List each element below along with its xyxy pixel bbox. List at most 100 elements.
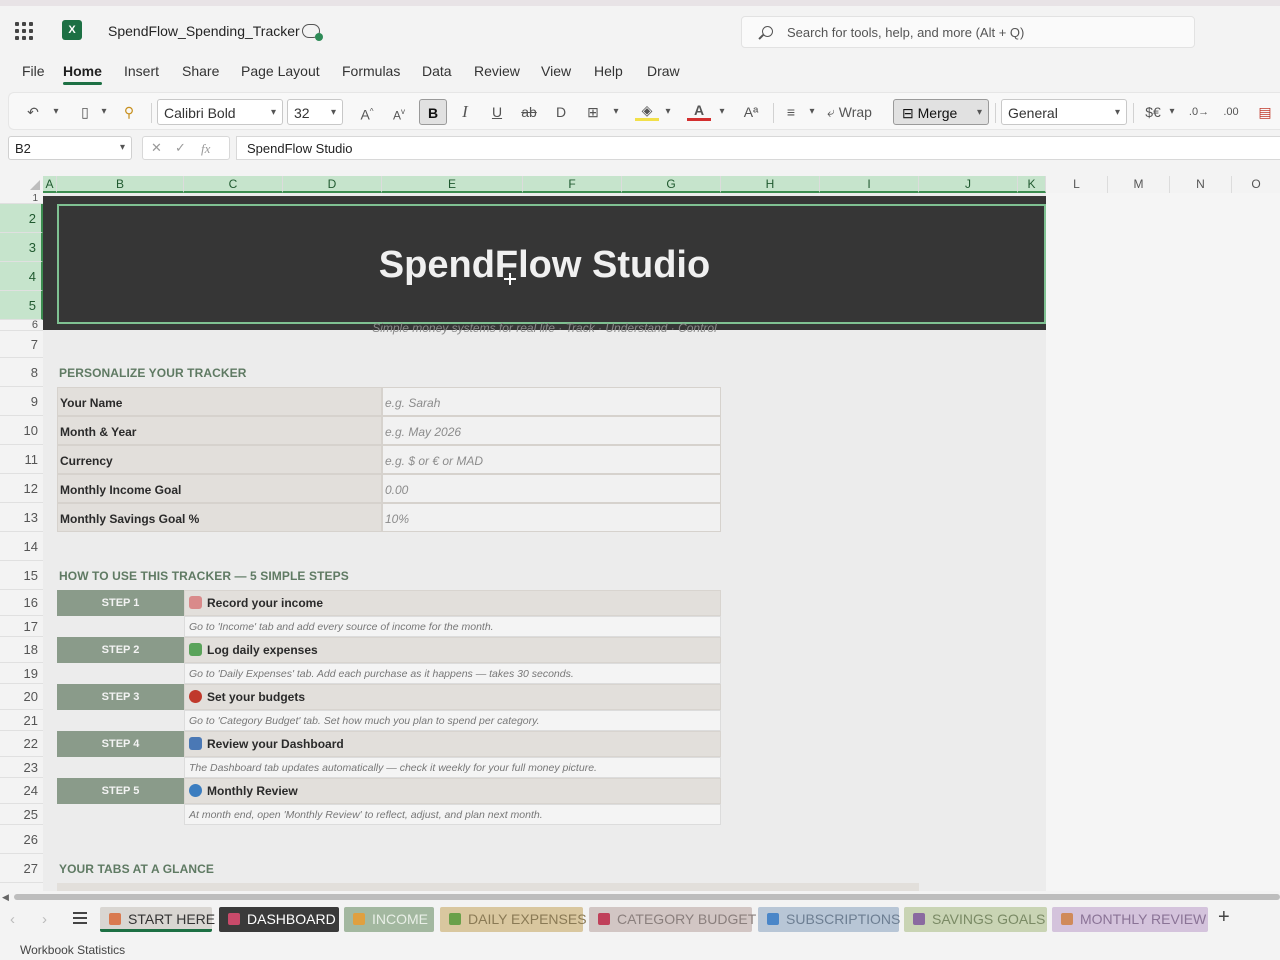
prev-sheet-icon[interactable]: ‹	[10, 911, 15, 928]
menu-home[interactable]: Home	[63, 63, 102, 85]
tabs-glance-heading[interactable]: YOUR TABS AT A GLANCE	[59, 862, 214, 876]
column-header-n[interactable]: N	[1170, 176, 1232, 193]
italic-button[interactable]: I	[453, 99, 477, 125]
row-header[interactable]: 8	[0, 358, 43, 387]
conditional-format-icon[interactable]: ▤	[1255, 99, 1275, 125]
row-header[interactable]: 7	[0, 331, 43, 358]
menu-formulas[interactable]: Formulas	[342, 63, 400, 79]
insert-function-icon[interactable]: fx	[201, 141, 210, 157]
column-header-i[interactable]: I	[820, 176, 919, 193]
row-header[interactable]: 5	[0, 291, 43, 320]
double-underline-icon[interactable]: D	[549, 99, 573, 125]
month-year-input[interactable]: e.g. May 2026	[382, 416, 721, 445]
row-header[interactable]: 22	[0, 731, 43, 757]
step-badge[interactable]: STEP 4	[57, 731, 184, 757]
menu-page-layout[interactable]: Page Layout	[241, 63, 320, 79]
wrap-text-button[interactable]: ⤶ Wrap	[827, 99, 889, 125]
cancel-icon[interactable]: ✕	[151, 140, 162, 156]
menu-review[interactable]: Review	[474, 63, 520, 79]
row-header[interactable]: 15	[0, 561, 43, 590]
field-label[interactable]: Currency	[57, 445, 382, 474]
personalize-heading[interactable]: PERSONALIZE YOUR TRACKER	[59, 366, 247, 380]
column-header-j[interactable]: J	[919, 176, 1018, 193]
menu-draw[interactable]: Draw	[647, 63, 680, 79]
all-sheets-menu-icon[interactable]	[73, 912, 87, 924]
step-description[interactable]: Go to 'Income' tab and add every source …	[184, 616, 721, 637]
menu-share[interactable]: Share	[182, 63, 219, 79]
paste-dropdown-icon[interactable]: ▾	[97, 99, 111, 125]
column-header-k[interactable]: K	[1018, 176, 1046, 193]
undo-icon[interactable]: ↶	[23, 99, 43, 125]
row-header[interactable]: 23	[0, 757, 43, 778]
app-launcher-icon[interactable]	[15, 22, 33, 40]
row-header[interactable]: 20	[0, 684, 43, 710]
row-header[interactable]: 24	[0, 778, 43, 804]
column-header-d[interactable]: D	[283, 176, 382, 193]
income-goal-input[interactable]: 0.00	[382, 474, 721, 503]
undo-dropdown-icon[interactable]: ▾	[49, 99, 63, 125]
menu-data[interactable]: Data	[422, 63, 452, 79]
row-header[interactable]: 21	[0, 710, 43, 731]
row-header[interactable]: 12	[0, 474, 43, 503]
sheet-tab-savings-goals[interactable]: SAVINGS GOALS	[904, 907, 1047, 932]
select-all-button[interactable]	[0, 176, 43, 193]
column-header-h[interactable]: H	[721, 176, 820, 193]
sheet-tab-dashboard[interactable]: DASHBOARD	[219, 907, 339, 932]
step-description[interactable]: At month end, open 'Monthly Review' to r…	[184, 804, 721, 825]
row-header[interactable]: 17	[0, 616, 43, 637]
step-title-cell[interactable]: Set your budgets	[184, 684, 721, 710]
menu-insert[interactable]: Insert	[124, 63, 159, 79]
banner[interactable]: SpendFlow Studio Simple money systems fo…	[43, 196, 1046, 335]
font-name-select[interactable]: Calibri Bold ▾	[157, 99, 283, 125]
column-header-a[interactable]: A	[43, 176, 57, 193]
howto-heading[interactable]: HOW TO USE THIS TRACKER — 5 SIMPLE STEPS	[59, 569, 349, 583]
row-header[interactable]: 11	[0, 445, 43, 474]
step-badge[interactable]: STEP 3	[57, 684, 184, 710]
horizontal-scrollbar[interactable]: ◀	[0, 891, 1280, 903]
formula-input[interactable]: SpendFlow Studio	[236, 136, 1280, 160]
step-title-cell[interactable]: Record your income	[184, 590, 721, 616]
step-badge[interactable]: STEP 1	[57, 590, 184, 616]
step-title-cell[interactable]: Review your Dashboard	[184, 731, 721, 757]
field-label[interactable]: Monthly Savings Goal %	[57, 503, 382, 532]
add-sheet-icon[interactable]: +	[1218, 906, 1230, 929]
strikethrough-button[interactable]: ab	[517, 99, 541, 125]
empty-cells[interactable]	[1046, 193, 1280, 891]
font-color-icon[interactable]: A	[687, 99, 711, 121]
merge-button[interactable]: ⊟ Merge ▾	[893, 99, 989, 125]
menu-help[interactable]: Help	[594, 63, 623, 79]
currency-dropdown-icon[interactable]: ▾	[1165, 99, 1179, 125]
name-input[interactable]: e.g. Sarah	[382, 387, 721, 416]
menu-file[interactable]: File	[22, 63, 45, 79]
savings-goal-input[interactable]: 10%	[382, 503, 721, 532]
scroll-left-icon[interactable]: ◀	[2, 892, 9, 903]
step-description[interactable]: The Dashboard tab updates automatically …	[184, 757, 721, 778]
row-header[interactable]: 18	[0, 637, 43, 663]
decrease-decimal-icon[interactable]: .00	[1219, 99, 1243, 125]
sheet-tab-start-here[interactable]: START HERE	[100, 907, 215, 932]
increase-decimal-icon[interactable]: .0→	[1187, 99, 1211, 125]
sheet-tab-income[interactable]: INCOME	[344, 907, 434, 932]
column-header-f[interactable]: F	[523, 176, 622, 193]
row-header[interactable]: 2	[0, 204, 43, 233]
row-header[interactable]: 9	[0, 387, 43, 416]
column-header-c[interactable]: C	[184, 176, 283, 193]
borders-icon[interactable]: ⊞	[581, 99, 605, 125]
bold-button[interactable]: B	[419, 99, 447, 125]
format-painter-icon[interactable]: ⚲	[119, 99, 139, 125]
field-label[interactable]: Month & Year	[57, 416, 382, 445]
step-badge[interactable]: STEP 2	[57, 637, 184, 663]
font-color-dropdown-icon[interactable]: ▾	[715, 99, 729, 125]
row-header[interactable]: 19	[0, 663, 43, 684]
field-label[interactable]: Your Name	[57, 387, 382, 416]
step-title-cell[interactable]: Monthly Review	[184, 778, 721, 804]
document-title[interactable]: SpendFlow_Spending_Tracker	[108, 23, 300, 39]
row-header[interactable]: 14	[0, 532, 43, 561]
fill-color-icon[interactable]: ◈	[635, 99, 659, 121]
sheet-tab-subscriptions[interactable]: SUBSCRIPTIONS	[758, 907, 900, 932]
number-format-select[interactable]: General ▾	[1001, 99, 1127, 125]
row-header[interactable]: 6	[0, 320, 43, 331]
field-label[interactable]: Monthly Income Goal	[57, 474, 382, 503]
column-header-g[interactable]: G	[622, 176, 721, 193]
sheet-tab-category-budget[interactable]: CATEGORY BUDGET	[589, 907, 756, 932]
